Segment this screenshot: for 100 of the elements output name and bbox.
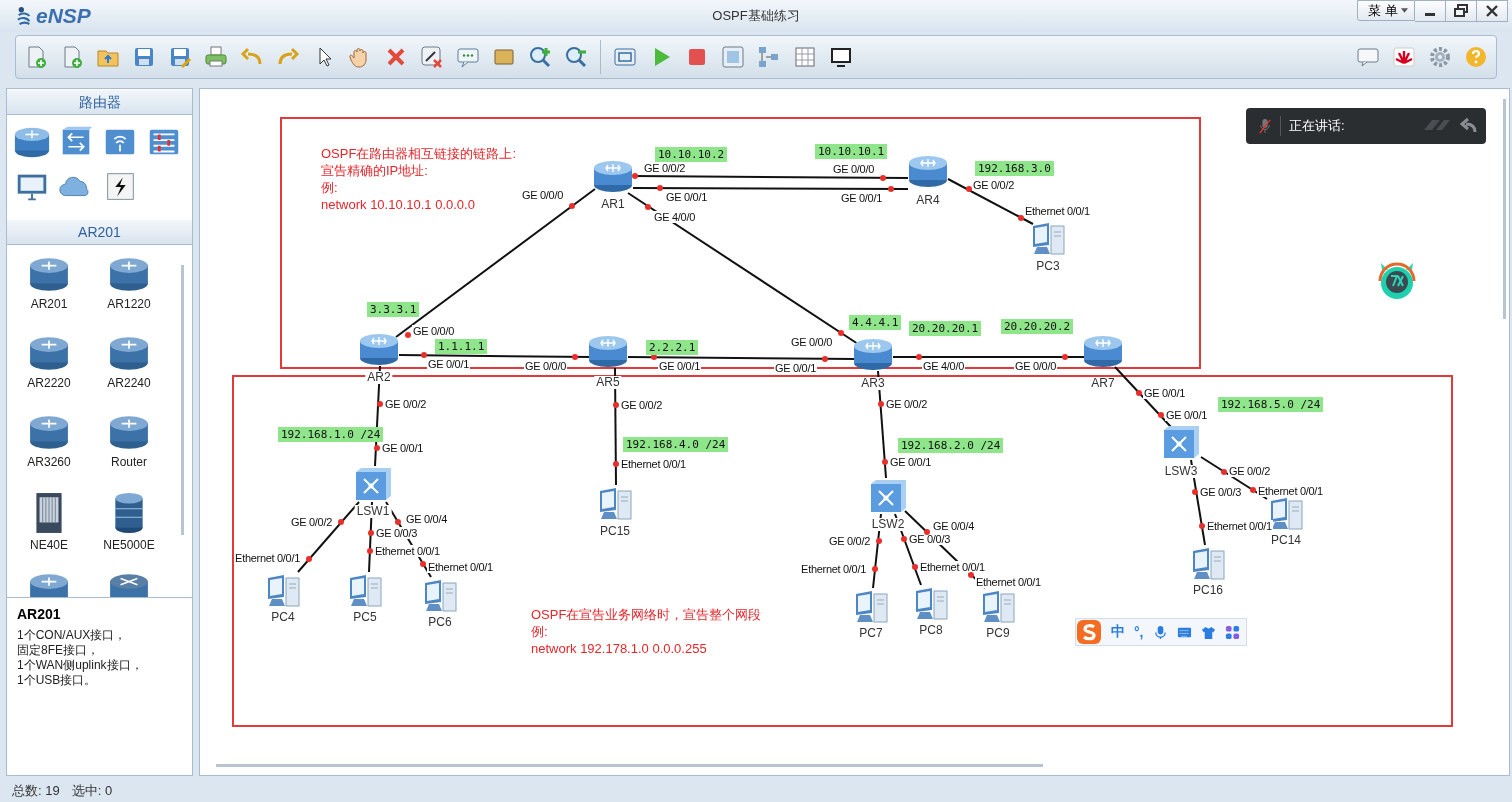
node-label: PC9: [984, 627, 1012, 640]
port-dot: [306, 556, 312, 562]
device-label[interactable]: Router: [111, 455, 147, 469]
scrollbar-thumb[interactable]: [1503, 99, 1506, 319]
node-label: PC15: [598, 525, 632, 538]
port-label: GE 0/0/2: [620, 399, 663, 411]
device-label[interactable]: AR1220: [107, 297, 151, 311]
printer-icon[interactable]: [204, 45, 228, 69]
save-icon[interactable]: [132, 45, 156, 69]
port-dot: [613, 461, 619, 467]
device-label[interactable]: AR2220: [27, 376, 71, 390]
router-icon[interactable]: [908, 154, 948, 188]
router-icon[interactable]: [28, 334, 70, 372]
zoom-out-icon[interactable]: [564, 45, 588, 69]
note-text: network 192.178.1.0 0.0.0.255: [531, 640, 708, 657]
comment-icon[interactable]: [456, 45, 480, 69]
port-label: GE 0/0/0: [790, 336, 833, 348]
flower-logo-icon[interactable]: [1392, 45, 1416, 69]
node-label: PC14: [1269, 534, 1303, 547]
port-label: GE 0/0/2: [290, 516, 333, 528]
port-dot: [1062, 354, 1068, 360]
port-label: GE 0/0/1: [1143, 387, 1186, 399]
port-dot: [645, 204, 651, 210]
port-dot: [1221, 469, 1227, 475]
device-label[interactable]: AR2240: [107, 376, 151, 390]
router-icon[interactable]: [593, 159, 633, 193]
ip-label: 10.10.10.2: [655, 147, 728, 162]
core-router-icon[interactable]: [113, 492, 145, 534]
chat-icon[interactable]: [1356, 45, 1380, 69]
capture-icon[interactable]: [721, 45, 745, 69]
device-description: 1个USB接口。: [17, 673, 98, 688]
device-label[interactable]: AR3260: [27, 455, 71, 469]
device-label[interactable]: AR201: [30, 297, 68, 311]
router-icon[interactable]: [1083, 334, 1123, 368]
node-label: PC3: [1034, 260, 1062, 273]
port-dot: [613, 402, 619, 408]
port-label: GE 0/0/4: [405, 513, 448, 525]
port-dot: [924, 529, 930, 535]
router-icon[interactable]: [359, 332, 399, 366]
punctuation-toggle[interactable]: °,: [1134, 624, 1144, 640]
remove-link-icon[interactable]: [420, 45, 444, 69]
device-label[interactable]: NE5000E: [103, 538, 155, 552]
port-dot: [1192, 489, 1198, 495]
save-as-icon[interactable]: [168, 45, 192, 69]
input-mode-toggle[interactable]: 中: [1111, 623, 1125, 641]
port-dot: [405, 332, 411, 338]
menu-button[interactable]: 菜 单: [1357, 0, 1415, 21]
router-icon[interactable]: [108, 255, 150, 293]
port-label: Ethernet 0/0/1: [1024, 205, 1091, 217]
device-description: 1个CON/AUX接口，: [17, 628, 128, 643]
port-label: GE 0/0/1: [658, 360, 701, 372]
router-icon[interactable]: [28, 413, 70, 451]
port-dot: [916, 354, 922, 360]
muted-mic-icon[interactable]: [1258, 117, 1272, 135]
shirt-icon[interactable]: [1200, 624, 1216, 640]
router-icon[interactable]: [28, 255, 70, 293]
port-dot: [880, 175, 886, 181]
minimize-icon[interactable]: [1415, 0, 1446, 22]
port-label: GE 0/0/0: [1014, 360, 1057, 372]
switch-icon[interactable]: [1161, 424, 1201, 460]
topology-icon[interactable]: [757, 45, 781, 69]
node-label: AR4: [914, 194, 942, 207]
router-icon[interactable]: [108, 334, 150, 372]
router-icon[interactable]: [588, 334, 628, 368]
port-label: Ethernet 0/0/1: [919, 561, 986, 573]
port-label: GE 0/0/4: [932, 520, 975, 532]
device-description: 1个WAN侧uplink接口，: [17, 658, 144, 673]
return-icon[interactable]: [1460, 117, 1478, 135]
scrollbar-thumb[interactable]: [216, 764, 1043, 767]
restore-icon[interactable]: [1446, 0, 1477, 22]
microphone-icon[interactable]: [1152, 624, 1168, 640]
close-icon[interactable]: [1477, 0, 1508, 22]
router-icon[interactable]: [853, 337, 893, 371]
input-method-logo-icon[interactable]: [1076, 619, 1102, 645]
node-label: PC5: [351, 611, 379, 624]
port-dot: [420, 561, 426, 567]
settings-icon[interactable]: [1428, 45, 1452, 69]
screen-icon[interactable]: [829, 45, 853, 69]
fit-icon[interactable]: [613, 45, 637, 69]
scrollbar-thumb[interactable]: [181, 265, 184, 535]
switch-icon[interactable]: [353, 466, 393, 502]
ip-label: 192.168.2.0 /24: [898, 438, 1004, 453]
port-label: Ethernet 0/0/1: [1257, 485, 1324, 497]
port-dot: [912, 564, 918, 570]
port-dot: [338, 519, 344, 525]
device-label[interactable]: NE40E: [30, 538, 68, 552]
zoom-in-icon[interactable]: [528, 45, 552, 69]
chassis-icon[interactable]: [33, 492, 65, 534]
port-label: GE 0/0/3: [375, 527, 418, 539]
router-icon[interactable]: [13, 125, 51, 159]
model-header: AR201: [7, 219, 192, 245]
grid-icon[interactable]: [793, 45, 817, 69]
router-icon[interactable]: [108, 413, 150, 451]
port-dot: [632, 173, 638, 179]
node-label: AR7: [1089, 377, 1117, 390]
grid-icon[interactable]: [1224, 624, 1240, 640]
port-dot: [838, 330, 844, 336]
ip-label: 192.168.3.0: [975, 161, 1054, 176]
switch-icon[interactable]: [868, 478, 908, 514]
port-label: GE 0/0/1: [381, 442, 424, 454]
